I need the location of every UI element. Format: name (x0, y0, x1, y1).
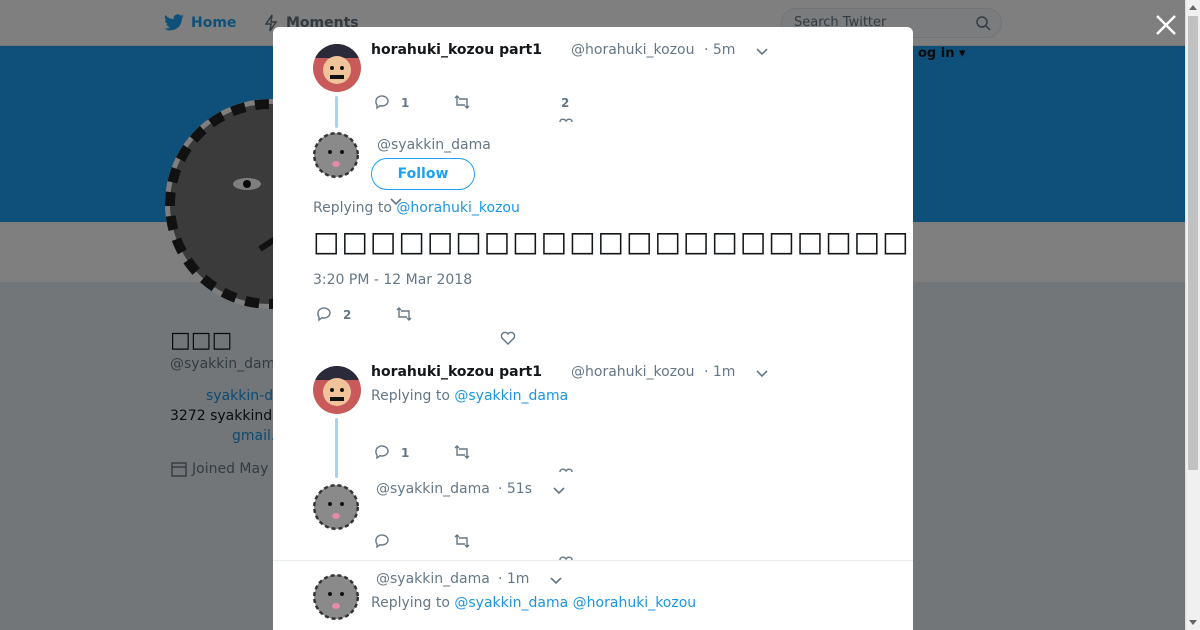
replying-to-link[interactable]: @horahuki_kozou (396, 200, 519, 216)
seal-avatar-image (313, 484, 359, 530)
scroll-up-arrow[interactable] (1189, 5, 1197, 10)
replying-prefix: Replying to (371, 388, 450, 404)
close-icon[interactable] (1153, 12, 1179, 38)
reply-count: 1 (401, 96, 410, 110)
thread-line (335, 418, 338, 478)
retweet-icon[interactable] (453, 93, 471, 111)
reply-count: 2 (343, 308, 352, 322)
reply-author-handle[interactable]: @horahuki_kozou (571, 364, 694, 380)
reply-count: 1 (401, 446, 410, 460)
chevron-down-icon[interactable] (755, 367, 769, 381)
reply-icon[interactable] (315, 305, 333, 323)
luffy-avatar-image (313, 366, 361, 414)
heart-icon[interactable] (559, 467, 573, 473)
heart-icon[interactable] (559, 117, 573, 123)
reply-icon[interactable] (373, 532, 391, 550)
replying-to: Replying to @horahuki_kozou (313, 200, 520, 216)
follow-button[interactable]: Follow (371, 158, 475, 190)
avatar-horahuki[interactable] (313, 44, 361, 92)
main-tweet-timestamp[interactable]: 3:20 PM - 12 Mar 2018 (313, 272, 472, 288)
scrollbar[interactable] (1185, 0, 1200, 630)
retweet-icon[interactable] (453, 532, 471, 550)
heart-icon[interactable] (499, 329, 517, 347)
divider (273, 560, 913, 561)
avatar-syakkin[interactable] (313, 574, 359, 620)
replying-to-link[interactable]: @syakkin_dama (454, 388, 568, 404)
chevron-down-icon[interactable] (549, 574, 563, 588)
reply-author-handle[interactable]: @syakkin_dama (376, 481, 490, 497)
reply-author-name[interactable]: horahuki_kozou part1 (371, 364, 542, 380)
seal-avatar-image (313, 574, 359, 620)
retweet-icon[interactable] (395, 305, 413, 323)
avatar-syakkin[interactable] (313, 132, 359, 178)
chevron-down-icon[interactable] (552, 484, 566, 498)
scroll-down-arrow[interactable] (1189, 620, 1197, 625)
reply-author-handle[interactable]: @syakkin_dama (376, 571, 490, 587)
luffy-avatar-image (313, 44, 361, 92)
replying-to: Replying to @syakkin_dama (371, 388, 568, 404)
replying-to-link[interactable]: @syakkin_dama (454, 595, 568, 611)
like-count: 2 (561, 96, 570, 110)
seal-avatar-image (313, 132, 359, 178)
tweet-author-handle[interactable]: @horahuki_kozou (571, 42, 694, 58)
main-author-handle[interactable]: @syakkin_dama (377, 137, 491, 153)
scrollbar-thumb[interactable] (1188, 16, 1198, 470)
avatar-horahuki[interactable] (313, 366, 361, 414)
replying-to-link[interactable]: @horahuki_kozou (573, 595, 696, 611)
reply-icon[interactable] (373, 93, 391, 111)
tweet-modal: horahuki_kozou part1 @horahuki_kozou · 5… (273, 27, 913, 630)
thread-line (335, 96, 338, 128)
main-tweet-text: □□□□□□□□□□□□□□□□□□□□□□□□□□□□□□□□□□□ (313, 225, 913, 258)
tweet-time[interactable]: · 5m (704, 42, 735, 58)
tweet-author-name[interactable]: horahuki_kozou part1 (371, 42, 542, 58)
reply-time[interactable]: · 1m (704, 364, 735, 380)
reply-icon[interactable] (373, 443, 391, 461)
replying-prefix: Replying to (313, 200, 392, 216)
reply-time[interactable]: · 51s (498, 481, 532, 497)
reply-time[interactable]: · 1m (498, 571, 529, 587)
chevron-down-icon[interactable] (755, 45, 769, 59)
retweet-icon[interactable] (453, 443, 471, 461)
replying-to: Replying to @syakkin_dama @horahuki_kozo… (371, 595, 696, 611)
avatar-syakkin[interactable] (313, 484, 359, 530)
replying-prefix: Replying to (371, 595, 450, 611)
